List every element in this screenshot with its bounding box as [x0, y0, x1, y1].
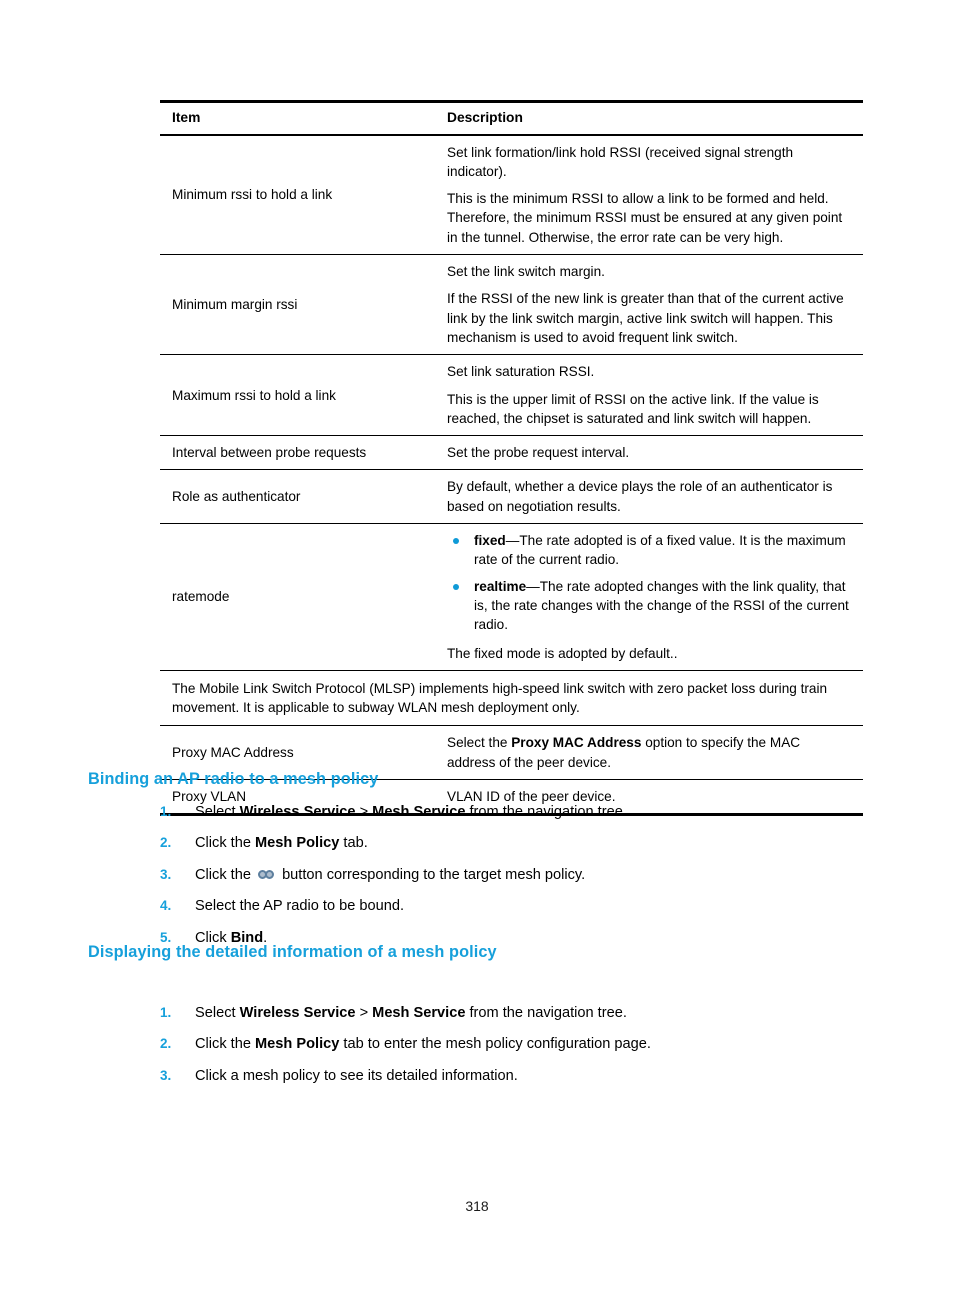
cell-item: Minimum rssi to hold a link	[160, 134, 447, 256]
list-item: 3. Click a mesh policy to see its detail…	[160, 1066, 860, 1088]
column-header-description: Description	[447, 99, 863, 136]
step-text-post: from the navigation tree.	[465, 1005, 627, 1021]
step-text-bold-1: Wireless Service	[239, 804, 356, 820]
bullet-list-item: realtime—The rate adopted changes with t…	[447, 577, 849, 635]
step-text-bold-2: Mesh Service	[372, 804, 466, 820]
step-text-pre: Click the	[195, 835, 256, 852]
list-item-text: Click the Mesh Policy tab.	[195, 835, 368, 851]
desc-text-bold: Proxy MAC Address	[511, 735, 642, 751]
list-item-text: Select Wireless Service > Mesh Service f…	[195, 804, 627, 820]
step-text-pre: Click a mesh policy to see its detailed …	[195, 1067, 518, 1084]
step-text-post: tab.	[339, 835, 368, 852]
cell-description: Select the Proxy MAC Address option to s…	[447, 725, 863, 780]
bullet-dot-icon	[453, 583, 459, 590]
description-paragraph: Set link saturation RSSI.	[447, 364, 595, 380]
cell-description: Set the link switch margin. If the RSSI …	[447, 254, 863, 356]
cell-description: By default, whether a device plays the r…	[447, 469, 863, 525]
table-row: Minimum rssi to hold a link Set link for…	[160, 134, 863, 256]
cell-description: fixed—The rate adopted is of a fixed val…	[447, 523, 863, 671]
list-item: 1. Select Wireless Service > Mesh Servic…	[160, 802, 860, 824]
cell-description: Set link formation/link hold RSSI (recei…	[447, 134, 863, 256]
list-item-number: 3.	[160, 866, 172, 882]
list-item-number: 4.	[160, 898, 172, 914]
bullet-term: fixed	[474, 533, 506, 549]
list-item: 2. Click the Mesh Policy tab to enter th…	[160, 1034, 860, 1056]
list-item-text: Click the button corresponding to the ta…	[195, 867, 585, 883]
list-item-text: Select the AP radio to be bound.	[195, 898, 404, 914]
list-item-text: Click a mesh policy to see its detailed …	[195, 1068, 518, 1084]
table-row-full-span: The Mobile Link Switch Protocol (MLSP) i…	[160, 670, 863, 727]
list-item-number: 3.	[160, 1067, 172, 1083]
cell-item: Minimum margin rssi	[160, 254, 447, 356]
bullet-term: realtime	[474, 578, 527, 594]
description-paragraph: By default, whether a device plays the r…	[447, 479, 833, 514]
bullet-dot-icon	[453, 538, 459, 545]
description-paragraph: This is the minimum RSSI to allow a link…	[447, 191, 843, 245]
step-text-pre: Select	[195, 1005, 240, 1021]
list-item-text: Select Wireless Service > Mesh Service f…	[195, 1005, 627, 1021]
description-paragraph: If the RSSI of the new link is greater t…	[447, 291, 844, 345]
bullet-list-item: fixed—The rate adopted is of a fixed val…	[447, 531, 849, 570]
cell-item: ratemode	[160, 523, 447, 671]
description-paragraph: The fixed mode is adopted by default..	[447, 645, 678, 661]
table-row: Minimum margin rssi Set the link switch …	[160, 254, 863, 356]
link-icon-ring-right	[265, 869, 275, 879]
step-text-post: tab to enter the mesh policy configurati…	[339, 1036, 651, 1053]
description-paragraph: This is the upper limit of RSSI on the a…	[447, 391, 819, 426]
document-page: Item Description Minimum rssi to hold a …	[0, 0, 954, 1296]
step-text-bold-1: Mesh Policy	[255, 835, 340, 852]
step-text-pre: Click the	[195, 1036, 256, 1053]
section-heading-displaying-details: Displaying the detailed information of a…	[88, 943, 497, 961]
step-text-mid: >	[355, 804, 373, 820]
list-item-number: 2.	[160, 1036, 172, 1052]
bullet-list: fixed—The rate adopted is of a fixed val…	[447, 531, 849, 634]
step-text-post: from the navigation tree.	[465, 804, 627, 820]
table-header-row: Item Description	[160, 99, 863, 136]
desc-text-pre: Select the	[447, 735, 512, 751]
steps-list-binding: 1. Select Wireless Service > Mesh Servic…	[160, 802, 860, 959]
page-number: 318	[465, 1198, 489, 1214]
bullet-text: The rate adopted is of a fixed value. It…	[474, 533, 846, 568]
table-head: Item Description	[160, 99, 863, 136]
step-text-bold-1: Mesh Policy	[255, 1036, 340, 1053]
steps-list-displaying: 1. Select Wireless Service > Mesh Servic…	[160, 1003, 860, 1097]
description-paragraph: Set the probe request interval.	[447, 445, 630, 461]
list-item-number: 1.	[160, 1005, 172, 1020]
step-text-pre: Click the	[195, 866, 256, 883]
list-item-text: Click the Mesh Policy tab to enter the m…	[195, 1036, 651, 1052]
column-header-item: Item	[160, 99, 447, 136]
link-icon[interactable]	[258, 869, 275, 880]
description-paragraph: Set link formation/link hold RSSI (recei…	[447, 144, 794, 179]
step-text-bold-2: Mesh Service	[372, 1005, 466, 1021]
list-item: 2. Click the Mesh Policy tab.	[160, 833, 860, 855]
list-item: 3. Click the button corresponding to the…	[160, 865, 860, 887]
table-row: Maximum rssi to hold a link Set link sat…	[160, 354, 863, 437]
section-heading-binding-ap-radio: Binding an AP radio to a mesh policy	[88, 770, 379, 788]
list-item: 1. Select Wireless Service > Mesh Servic…	[160, 1003, 860, 1025]
table-row: ratemode fixed—The rate adopted is of a …	[160, 523, 863, 671]
bullet-dash: —	[505, 533, 520, 549]
table-body: Minimum rssi to hold a link Set link for…	[160, 134, 863, 817]
list-item: 4. Select the AP radio to be bound.	[160, 896, 860, 918]
table-row: Role as authenticator By default, whethe…	[160, 469, 863, 525]
step-text-post: button corresponding to the target mesh …	[278, 866, 586, 883]
list-item-number: 1.	[160, 804, 172, 819]
step-text-pre: Select	[195, 804, 240, 820]
parameter-description-table: Item Description Minimum rssi to hold a …	[160, 99, 863, 817]
description-paragraph: Select the Proxy MAC Address option to s…	[447, 733, 849, 772]
table-row: Interval between probe requests Set the …	[160, 435, 863, 471]
cell-item: Maximum rssi to hold a link	[160, 354, 447, 437]
cell-item: Role as authenticator	[160, 469, 447, 525]
cell-description: Set link saturation RSSI. This is the up…	[447, 354, 863, 437]
cell-description: Set the probe request interval.	[447, 435, 863, 471]
list-item-number: 2.	[160, 835, 172, 851]
cell-full-span-note: The Mobile Link Switch Protocol (MLSP) i…	[160, 670, 863, 727]
step-text-bold-1: Wireless Service	[239, 1005, 356, 1021]
bullet-dash: —	[526, 578, 540, 594]
description-paragraph: Set the link switch margin.	[447, 264, 605, 280]
step-text-pre: Select the AP radio to be bound.	[195, 898, 405, 915]
cell-item: Interval between probe requests	[160, 435, 447, 471]
step-text-mid: >	[355, 1005, 373, 1021]
